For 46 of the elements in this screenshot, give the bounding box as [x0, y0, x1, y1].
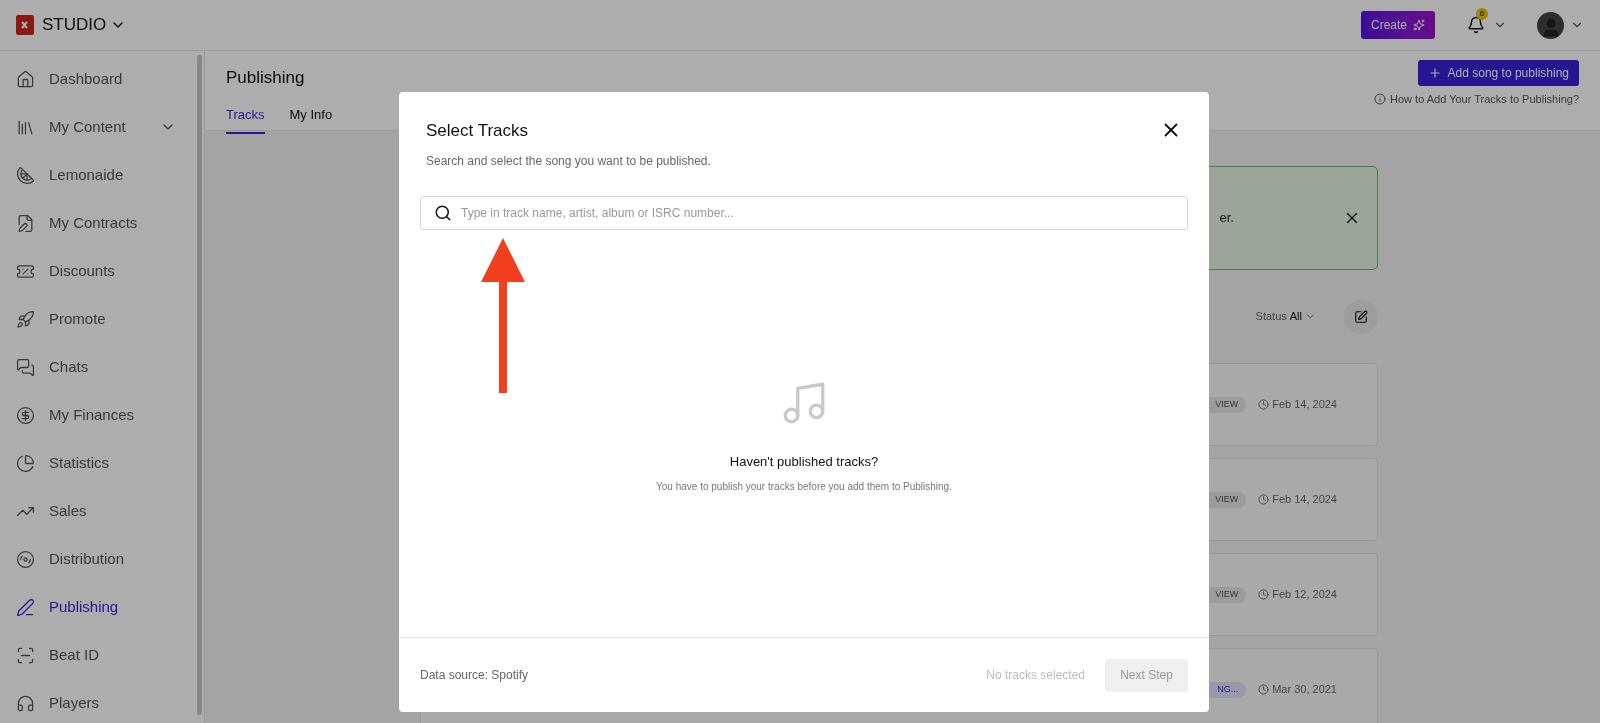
pie-chart-icon: [16, 453, 35, 473]
home-icon: [16, 69, 35, 89]
dialog-title: Select Tracks: [426, 120, 529, 142]
date-text: Mar 30, 2021: [1272, 682, 1337, 698]
clock-icon: [1258, 589, 1270, 600]
empty-description: You have to publish your tracks before you add them to Publishing.: [655, 480, 953, 494]
chat-icon: [16, 357, 35, 377]
rocket-icon: [16, 309, 35, 329]
pen-icon: [16, 597, 35, 617]
add-song-button[interactable]: Add song to publishing: [1417, 60, 1579, 86]
clock-icon: [1258, 494, 1270, 505]
plus-icon: [1427, 66, 1442, 80]
notification-badge: 6: [1476, 8, 1488, 20]
sparkle-icon: [1413, 19, 1425, 31]
edit-icon: [1354, 309, 1368, 324]
clock-icon: [1258, 399, 1270, 410]
logo-icon: [16, 15, 34, 35]
date-text: Feb 12, 2024: [1272, 587, 1337, 603]
brand-name: STUDIO: [42, 14, 107, 37]
selection-status: No tracks selected: [986, 667, 1085, 684]
dollar-icon: [16, 405, 35, 425]
date-text: Feb 14, 2024: [1272, 492, 1337, 508]
clock-icon: [1258, 684, 1270, 695]
empty-heading: Haven't published tracks?: [729, 452, 879, 471]
info-icon: [1374, 93, 1387, 106]
scan-icon: [16, 645, 35, 665]
document-pen-icon: [16, 213, 35, 233]
date-text: Feb 14, 2024: [1272, 397, 1337, 413]
tab[interactable]: My Info: [289, 104, 333, 134]
scrollbar[interactable]: [197, 55, 202, 715]
search-icon: [434, 203, 452, 222]
help-link[interactable]: How to Add Your Tracks to Publishing?: [1390, 91, 1579, 108]
notification-bell-icon[interactable]: [1467, 16, 1485, 34]
disc-icon: [16, 549, 35, 569]
tab[interactable]: Tracks: [226, 104, 265, 134]
status-filter[interactable]: Status All: [1255, 308, 1316, 325]
create-button[interactable]: Create: [1360, 11, 1435, 39]
user-avatar[interactable]: [1537, 11, 1564, 39]
headphones-icon: [16, 693, 35, 713]
page-title: Publishing: [226, 67, 306, 89]
citrus-icon: [16, 165, 35, 185]
banner-text: er.: [1219, 209, 1234, 228]
edit-button[interactable]: [1344, 299, 1378, 334]
data-source-text: Data source: Spotify: [420, 667, 529, 684]
search-field[interactable]: Type in track name, artist, album or ISRC number...: [420, 195, 1188, 230]
dialog-subtitle: Search and select the song you want to be published.: [425, 152, 712, 170]
